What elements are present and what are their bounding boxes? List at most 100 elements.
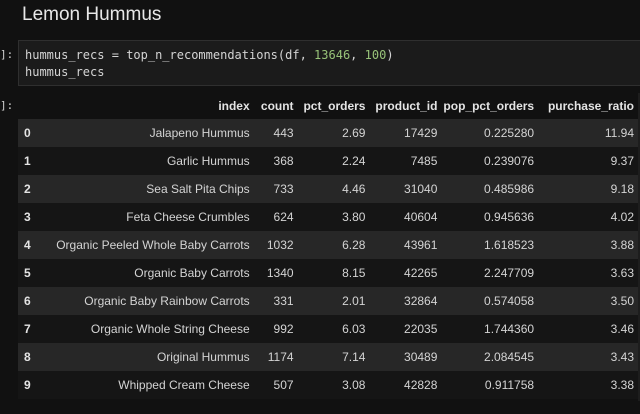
cell-purchase-ratio: 3.38 (540, 371, 640, 399)
cell-purchase-ratio: 9.37 (540, 147, 640, 175)
cell-count: 733 (255, 175, 300, 203)
cell-index: Feta Cheese Crumbles (43, 203, 256, 231)
cell-product-id: 17429 (371, 119, 444, 147)
cell-purchase-ratio: 11.94 (540, 119, 640, 147)
cell-product-id: 32864 (371, 287, 444, 315)
cell-count: 368 (255, 147, 300, 175)
cell-pct-orders: 2.01 (299, 287, 372, 315)
cell-purchase-ratio: 3.88 (540, 231, 640, 259)
cell-product-id: 7485 (371, 147, 444, 175)
cell-pop-pct-orders: 0.239076 (443, 147, 541, 175)
column-header: index (218, 99, 250, 113)
cell-purchase-ratio: 3.50 (540, 287, 640, 315)
table-row: 4 Organic Peeled Whole Baby Carrots 1032… (18, 231, 640, 259)
cell-count: 507 (255, 371, 300, 399)
cell-pct-orders: 2.24 (299, 147, 372, 175)
cell-product-id: 31040 (371, 175, 444, 203)
column-header: product_id (375, 99, 438, 113)
row-index: 9 (18, 371, 44, 399)
table-row: 6 Organic Baby Rainbow Carrots 331 2.01 … (18, 287, 640, 315)
cell-index: Garlic Hummus (43, 147, 256, 175)
cell-product-id: 30489 (371, 343, 444, 371)
cell-pct-orders: 6.28 (299, 231, 372, 259)
cell-pop-pct-orders: 0.225280 (443, 119, 541, 147)
cell-index: Original Hummus (43, 343, 256, 371)
cell-count: 331 (255, 287, 300, 315)
cell-index: Organic Peeled Whole Baby Carrots (43, 231, 256, 259)
cell-count: 1340 (255, 259, 300, 287)
output-dataframe: index count pct_orders product_id pop_pc… (18, 93, 640, 399)
column-header: pct_orders (303, 99, 366, 113)
column-header: count (260, 99, 294, 113)
table-row: 2 Sea Salt Pita Chips 733 4.46 31040 0.4… (18, 175, 640, 203)
code-line-1: hummus_recs = top_n_recommendations(df, … (25, 47, 640, 64)
cell-count: 992 (255, 315, 300, 343)
cell-pct-orders: 3.80 (299, 203, 372, 231)
cell-pop-pct-orders: 0.485986 (443, 175, 541, 203)
cell-purchase-ratio: 3.46 (540, 315, 640, 343)
table-body: 0 Jalapeno Hummus 443 2.69 17429 0.22528… (18, 119, 640, 399)
code-comma: , (350, 48, 358, 62)
code-operator: = (111, 48, 119, 62)
cell-index: Organic Baby Rainbow Carrots (43, 287, 256, 315)
table-row: 0 Jalapeno Hummus 443 2.69 17429 0.22528… (18, 119, 640, 147)
notebook-heading: Lemon Hummus (22, 4, 162, 25)
cell-pop-pct-orders: 2.247709 (443, 259, 541, 287)
cell-count: 1032 (255, 231, 300, 259)
output-prompt: ]: (0, 99, 14, 112)
cell-pct-orders: 2.69 (299, 119, 372, 147)
row-index: 3 (18, 203, 44, 231)
cell-purchase-ratio: 3.63 (540, 259, 640, 287)
cell-pct-orders: 6.03 (299, 315, 372, 343)
index-header-blank (18, 93, 44, 119)
table-row: 8 Original Hummus 1174 7.14 30489 2.0845… (18, 343, 640, 371)
cell-index: Sea Salt Pita Chips (43, 175, 256, 203)
row-index: 8 (18, 343, 44, 371)
cell-product-id: 42828 (371, 371, 444, 399)
cell-pop-pct-orders: 0.574058 (443, 287, 541, 315)
row-index: 1 (18, 147, 44, 175)
cell-index: Jalapeno Hummus (43, 119, 256, 147)
column-header: purchase_ratio (547, 99, 634, 113)
cell-pct-orders: 3.08 (299, 371, 372, 399)
input-prompt: ]: (0, 48, 14, 61)
table-row: 1 Garlic Hummus 368 2.24 7485 0.239076 9… (18, 147, 640, 175)
cell-pop-pct-orders: 1.744360 (443, 315, 541, 343)
table-row: 9 Whipped Cream Cheese 507 3.08 42828 0.… (18, 371, 640, 399)
code-line-2: hummus_recs (25, 65, 105, 79)
cell-index: Whipped Cream Cheese (43, 371, 256, 399)
table-row: 3 Feta Cheese Crumbles 624 3.80 40604 0.… (18, 203, 640, 231)
column-header: pop_pct_orders (443, 99, 535, 113)
cell-pop-pct-orders: 0.911758 (443, 371, 541, 399)
row-index: 0 (18, 119, 44, 147)
cell-purchase-ratio: 9.18 (540, 175, 640, 203)
cell-product-id: 42265 (371, 259, 444, 287)
cell-index: Organic Baby Carrots (43, 259, 256, 287)
row-index: 7 (18, 315, 44, 343)
cell-purchase-ratio: 3.43 (540, 343, 640, 371)
cell-pop-pct-orders: 2.084545 (443, 343, 541, 371)
cell-product-id: 43961 (371, 231, 444, 259)
code-close-paren: ) (386, 48, 394, 62)
code-number-arg1: 13646 (314, 48, 351, 62)
cell-index: Organic Whole String Cheese (43, 315, 256, 343)
cell-pop-pct-orders: 1.618523 (443, 231, 541, 259)
cell-product-id: 22035 (371, 315, 444, 343)
code-function-call: top_n_recommendations(df, (126, 48, 307, 62)
row-index: 6 (18, 287, 44, 315)
cell-count: 1174 (255, 343, 300, 371)
cell-pct-orders: 7.14 (299, 343, 372, 371)
cell-count: 443 (255, 119, 300, 147)
row-index: 2 (18, 175, 44, 203)
cell-pct-orders: 8.15 (299, 259, 372, 287)
code-cell-editor[interactable]: hummus_recs = top_n_recommendations(df, … (18, 40, 640, 86)
table-header-row: index count pct_orders product_id pop_pc… (18, 93, 640, 119)
cell-product-id: 40604 (371, 203, 444, 231)
cell-pct-orders: 4.46 (299, 175, 372, 203)
table-row: 5 Organic Baby Carrots 1340 8.15 42265 2… (18, 259, 640, 287)
row-index: 5 (18, 259, 44, 287)
cell-pop-pct-orders: 0.945636 (443, 203, 541, 231)
table-row: 7 Organic Whole String Cheese 992 6.03 2… (18, 315, 640, 343)
cell-count: 624 (255, 203, 300, 231)
row-index: 4 (18, 231, 44, 259)
